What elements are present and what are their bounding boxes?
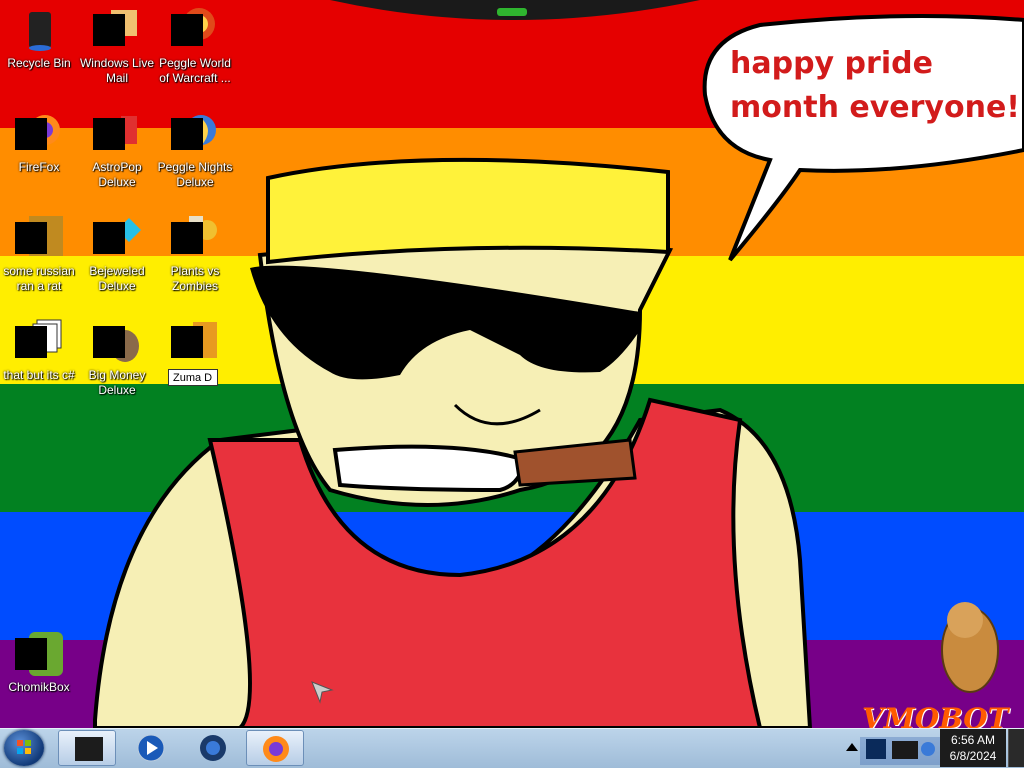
clock[interactable]: 6:56 AM 6/8/2024 bbox=[940, 729, 1006, 767]
bejeweled-icon bbox=[93, 214, 141, 262]
recycle-bin-icon bbox=[15, 6, 63, 54]
desktop-icon-bejeweled[interactable]: Bejeweled Deluxe bbox=[78, 214, 156, 294]
clock-date: 6/8/2024 bbox=[949, 749, 997, 763]
speech-bubble-text: happy pride month everyone! bbox=[730, 46, 1020, 125]
astropop-icon bbox=[93, 110, 141, 158]
window-icon bbox=[75, 737, 103, 761]
redacted-icon bbox=[93, 118, 125, 150]
desktop-icon-plants-vs-zombies[interactable]: Plants vs Zombies bbox=[156, 214, 234, 294]
redacted-icon bbox=[15, 638, 47, 670]
desktop-icon-label: Big Money Deluxe bbox=[88, 368, 146, 397]
peggle-nights-icon bbox=[171, 110, 219, 158]
desktop-icon-label: Peggle Nights Deluxe bbox=[157, 160, 233, 189]
desktop-icon-russian-rat[interactable]: some russian ran a rat bbox=[0, 214, 78, 294]
redacted-icon bbox=[171, 222, 203, 254]
desktop-icon-label: AstroPop Deluxe bbox=[92, 160, 142, 189]
hat bbox=[266, 157, 670, 265]
desktop-icon-recycle-bin[interactable]: Recycle Bin bbox=[0, 6, 78, 71]
redacted-icon bbox=[171, 118, 203, 150]
taskbar-item-window[interactable] bbox=[58, 730, 116, 766]
watermark-logo: VMOBOT bbox=[862, 702, 1009, 728]
desktop-icon-label: Recycle Bin bbox=[7, 56, 71, 70]
desktop[interactable]: happy pride month everyone! VMOBOT Recyc… bbox=[0, 0, 1024, 728]
desktop-icon-astropop[interactable]: AstroPop Deluxe bbox=[78, 110, 156, 190]
desktop-icon-peggle-nights[interactable]: Peggle Nights Deluxe bbox=[156, 110, 234, 190]
mail-icon bbox=[93, 6, 141, 54]
desktop-icon-label: some russian ran a rat bbox=[3, 264, 75, 293]
stacked-windows-icon bbox=[15, 318, 63, 366]
tray-icons bbox=[846, 737, 940, 765]
desktop-icon-zuma[interactable] bbox=[156, 318, 234, 368]
desktop-icon-label: Windows Live Mail bbox=[79, 56, 155, 85]
hamster-head bbox=[947, 602, 983, 638]
start-button[interactable] bbox=[4, 730, 44, 766]
firefox-icon bbox=[263, 736, 289, 762]
desktop-icon-label: ChomikBox bbox=[8, 680, 70, 694]
redacted-icon bbox=[93, 326, 125, 358]
peggle-icon bbox=[171, 6, 219, 54]
firefox-icon bbox=[15, 110, 63, 158]
taskbar-item-firefox[interactable] bbox=[246, 730, 304, 766]
desktop-icon-firefox[interactable]: FireFox bbox=[0, 110, 78, 175]
desktop-icon-label: that but its c# bbox=[3, 368, 75, 382]
desktop-icon-that-but-its-csharp[interactable]: that but its c# bbox=[0, 318, 78, 383]
desktop-icon-label: Plants vs Zombies bbox=[170, 264, 220, 293]
redacted-icon bbox=[15, 222, 47, 254]
file-icon bbox=[15, 214, 63, 262]
redacted-icon bbox=[171, 14, 203, 46]
media-play-icon bbox=[137, 734, 165, 762]
redacted-icon bbox=[93, 222, 125, 254]
mouth bbox=[332, 444, 528, 493]
zuma-icon bbox=[171, 318, 219, 366]
tray-expand-icon bbox=[846, 743, 858, 751]
system-tray bbox=[840, 729, 944, 767]
redacted-icon bbox=[15, 326, 47, 358]
money-bag-icon bbox=[93, 318, 141, 366]
rename-input[interactable]: Zuma D bbox=[168, 369, 218, 386]
clock-time: 6:56 AM bbox=[950, 733, 996, 747]
desktop-icon-chomikbox[interactable]: ChomikBox bbox=[0, 630, 78, 695]
windows-logo-icon bbox=[17, 740, 31, 754]
desktop-icon-big-money[interactable]: Big Money Deluxe bbox=[78, 318, 156, 398]
taskbar-item-media-player[interactable] bbox=[122, 730, 180, 766]
desktop-icon-label: Bejeweled Deluxe bbox=[89, 264, 145, 293]
desktop-icon-label: FireFox bbox=[18, 160, 60, 174]
redacted-icon bbox=[171, 326, 203, 358]
desktop-icon-peggle-wow[interactable]: Peggle World of Warcraft ... bbox=[156, 6, 234, 86]
desktop-icon-windows-live-mail[interactable]: Windows Live Mail bbox=[78, 6, 156, 86]
chomikbox-icon bbox=[15, 630, 63, 678]
taskbar: 6:56 AM 6/8/2024 bbox=[0, 728, 1024, 768]
redacted-icon bbox=[93, 14, 125, 46]
desktop-icon-label: Peggle World of Warcraft ... bbox=[159, 56, 231, 85]
show-desktop-button[interactable] bbox=[1008, 729, 1024, 767]
mouse-cursor-icon bbox=[311, 681, 334, 704]
notch-light bbox=[497, 8, 527, 16]
pvz-icon bbox=[171, 214, 219, 262]
redacted-icon bbox=[15, 118, 47, 150]
taskbar-item-globe[interactable] bbox=[184, 730, 242, 766]
globe-icon bbox=[200, 735, 226, 761]
